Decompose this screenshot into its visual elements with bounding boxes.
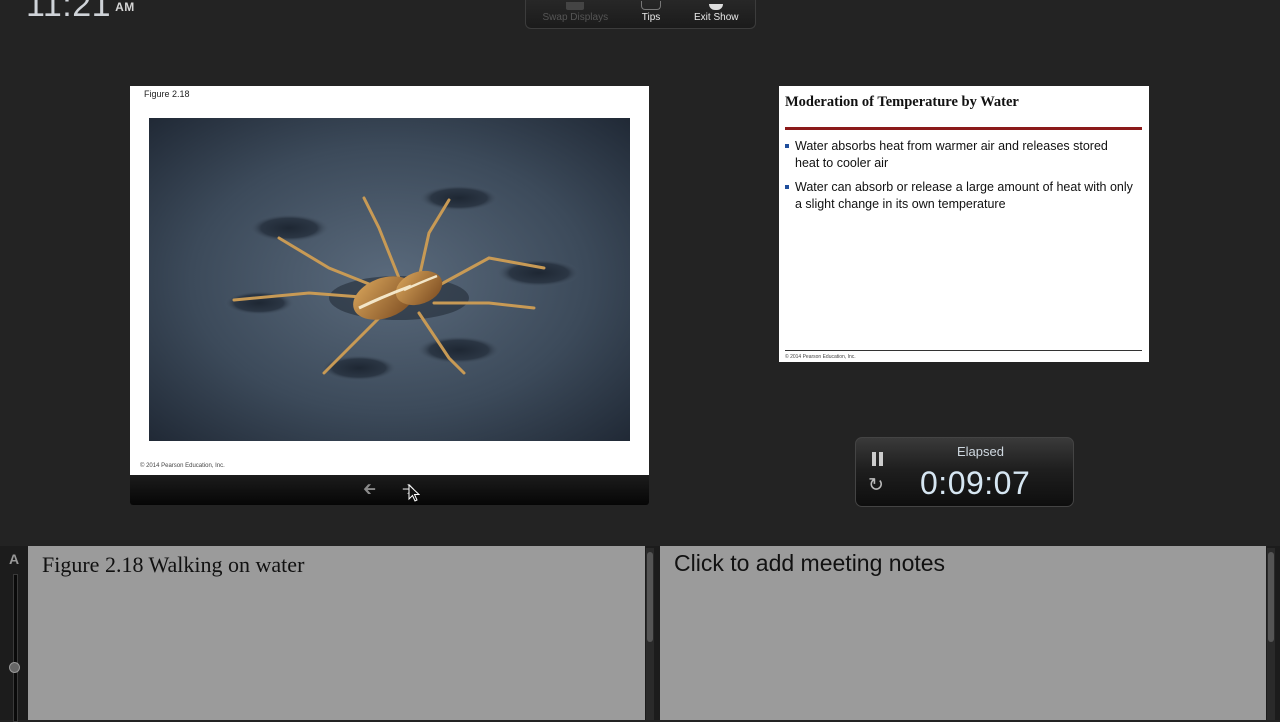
swap-displays-label: Swap Displays	[542, 12, 609, 23]
bullet-item: Water can absorb or release a large amou…	[785, 179, 1135, 213]
meeting-notes-scrollbar[interactable]	[1267, 548, 1275, 720]
scroll-thumb[interactable]	[647, 552, 653, 642]
spider-photo	[149, 118, 630, 441]
slide-nav-bar: 🡰 🡲	[130, 475, 649, 505]
presenter-notes[interactable]: Figure 2.18 Walking on water	[28, 546, 645, 720]
next-slide-copyright: © 2014 Pearson Education, Inc.	[785, 354, 856, 360]
tips-icon	[641, 1, 662, 10]
reset-timer-icon[interactable]: ↻	[868, 476, 884, 496]
exit-show-icon	[709, 4, 724, 10]
clock-ampm: AM	[115, 0, 135, 14]
current-slide: Figure 2.18 © 2014 Pearson Education, In…	[130, 86, 649, 475]
tips-label: Tips	[641, 12, 661, 23]
clock: 11:21 AM	[26, 0, 135, 25]
meeting-notes-placeholder: Click to add meeting notes	[674, 550, 946, 576]
swap-displays-button[interactable]: Swap Displays	[542, 2, 608, 28]
meeting-notes[interactable]: Click to add meeting notes	[660, 546, 1266, 720]
slider-track[interactable]	[13, 574, 18, 722]
exit-show-label: Exit Show	[694, 12, 739, 23]
scroll-thumb[interactable]	[1268, 552, 1274, 642]
mouse-cursor-icon	[408, 484, 420, 502]
presenter-notes-text: Figure 2.18 Walking on water	[42, 552, 305, 577]
exit-show-button[interactable]: Exit Show	[694, 4, 738, 28]
font-size-slider[interactable]: A	[4, 548, 24, 722]
clock-time: 11:21	[26, 0, 112, 24]
next-slide-title: Moderation of Temperature by Water	[785, 94, 1019, 110]
next-slide-preview: Moderation of Temperature by Water Water…	[779, 86, 1149, 362]
timer-label: Elapsed	[957, 444, 1004, 459]
timer-value: 0:09:07	[920, 465, 1031, 501]
slider-knob[interactable]	[9, 662, 20, 673]
next-slide-bullets: Water absorbs heat from warmer air and r…	[785, 138, 1135, 220]
presenter-notes-scrollbar[interactable]	[646, 548, 654, 720]
current-slide-copyright: © 2014 Pearson Education, Inc.	[140, 463, 225, 469]
presenter-toolbar: Swap Displays Tips Exit Show	[525, 0, 756, 29]
swap-displays-icon	[566, 2, 585, 10]
font-size-label: A	[9, 551, 20, 567]
footer-rule	[785, 350, 1142, 351]
title-underline	[785, 127, 1142, 130]
bullet-item: Water absorbs heat from warmer air and r…	[785, 138, 1135, 172]
elapsed-timer: ↻ Elapsed 0:09:07	[855, 437, 1074, 507]
previous-slide-arrow-icon[interactable]: 🡰	[363, 482, 376, 498]
figure-label: Figure 2.18	[144, 89, 190, 99]
tips-button[interactable]: Tips	[641, 1, 662, 28]
